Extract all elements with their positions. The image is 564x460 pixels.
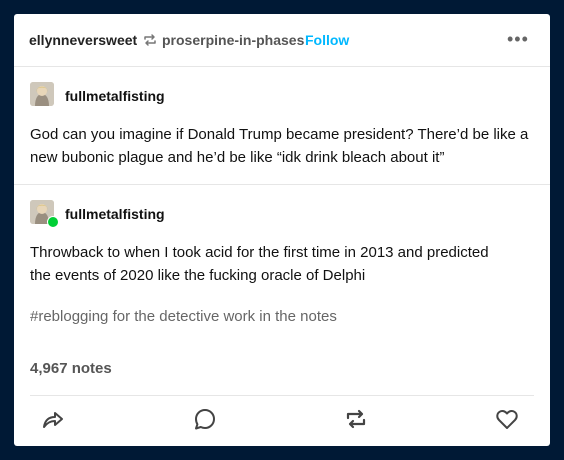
share-icon[interactable] [40,406,66,432]
like-icon[interactable] [494,406,520,432]
post-header: ellynneversweet proserpine-in-phases Fol… [14,14,550,67]
reply-icon[interactable] [192,406,218,432]
post-text: God can you imagine if Donald Trump beca… [30,126,529,166]
reblogger-username[interactable]: ellynneversweet [29,32,137,48]
post-card: ellynneversweet proserpine-in-phases Fol… [14,14,550,446]
post-username[interactable]: fullmetalfisting [65,88,165,104]
avatar[interactable] [30,82,54,106]
post-username[interactable]: fullmetalfisting [65,206,165,222]
reblog-badge-icon [47,216,59,228]
avatar-image-icon [30,82,54,106]
source-username[interactable]: proserpine-in-phases [162,32,304,48]
divider [14,184,550,185]
notes-count[interactable]: 4,967 notes [30,360,112,377]
follow-button[interactable]: Follow [305,32,349,48]
more-options-icon[interactable]: ••• [507,29,529,50]
reblog-small-icon [144,34,156,46]
post-text: Throwback to when I took acid for the fi… [30,244,489,284]
reblog-icon[interactable] [343,406,369,432]
footer-divider [30,395,534,396]
post-tag[interactable]: #reblogging for the detective work in th… [30,308,337,325]
